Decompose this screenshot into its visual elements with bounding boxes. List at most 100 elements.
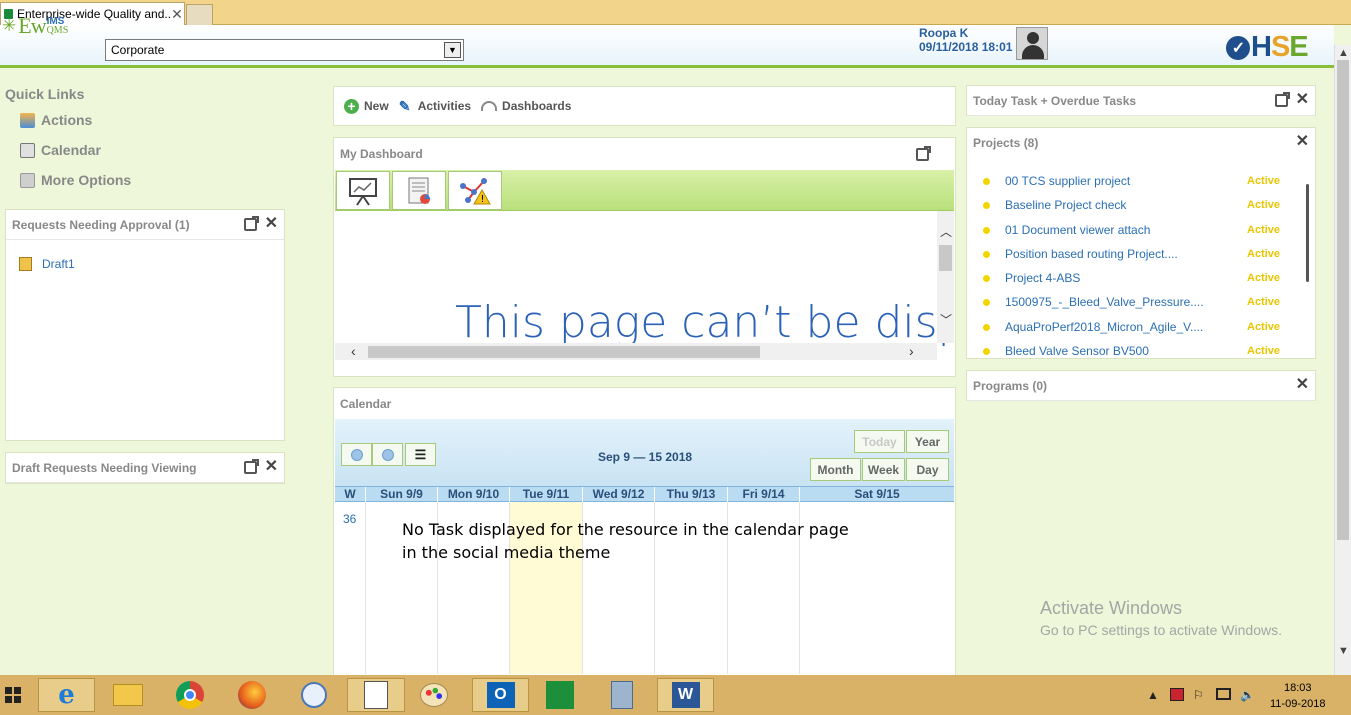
project-link[interactable]: 00 TCS supplier project [1005,174,1130,188]
tab-report[interactable] [392,171,446,210]
taskbar-store[interactable] [535,678,585,712]
year-button[interactable]: Year [906,430,949,453]
new-tab-button[interactable] [186,4,213,25]
chevron-down-icon[interactable]: ▼ [444,42,461,58]
popout-icon[interactable] [916,146,931,161]
scroll-up-icon[interactable]: ▲ [1338,47,1349,59]
iframe-vertical-scrollbar[interactable]: ︿ ﹀ [937,211,954,343]
week-button[interactable]: Week [862,458,905,481]
col-fri[interactable]: Fri 9/14 [728,487,800,502]
col-mon[interactable]: Mon 9/10 [438,487,510,502]
project-link[interactable]: 1500975_-_Bleed_Valve_Pressure.... [1005,295,1204,309]
next-week-button[interactable] [372,443,403,466]
new-button[interactable]: + New [344,98,389,114]
watermark-title: Activate Windows [1040,598,1183,618]
taskbar-safari[interactable] [289,678,339,712]
svg-text:!: ! [481,194,485,205]
project-item[interactable]: Bleed Valve Sensor BV500 Active [967,339,1315,358]
ewqms-logo[interactable]: ✳ Ew IMS QMS [2,12,92,40]
panel-tools: ✕ [1296,134,1309,150]
taskbar-paint[interactable] [409,678,459,712]
prev-week-button[interactable] [341,443,372,466]
report-pie-icon [408,177,430,204]
iframe-horizontal-scrollbar[interactable]: ‹ › [335,343,937,360]
popout-icon[interactable] [1274,91,1290,107]
panel-tools: ✕ [243,215,278,232]
chevron-down-icon[interactable]: ﹀ [940,311,952,328]
col-thu[interactable]: Thu 9/13 [655,487,728,502]
quick-link-label: Actions [41,112,93,128]
action-center-icon[interactable]: ⚐ [1193,688,1204,702]
popout-icon[interactable] [243,458,259,474]
scroll-down-icon[interactable]: ▼ [1338,645,1349,657]
request-item-link[interactable]: Draft1 [42,257,75,271]
quick-link-calendar[interactable]: Calendar [20,142,101,158]
month-button[interactable]: Month [810,458,861,481]
project-item[interactable]: 01 Document viewer attach Active [967,218,1315,242]
project-item[interactable]: 1500975_-_Bleed_Valve_Pressure.... Active [967,290,1315,314]
col-sat[interactable]: Sat 9/15 [800,487,954,502]
project-item[interactable]: Project 4-ABS Active [967,266,1315,290]
chevron-up-icon[interactable]: ︿ [940,223,952,240]
col-sun[interactable]: Sun 9/9 [366,487,438,502]
taskbar-file-explorer[interactable] [103,678,153,712]
volume-icon[interactable]: 🔈 [1240,688,1255,702]
project-link[interactable]: Position based routing Project.... [1005,247,1178,261]
dashboards-button[interactable]: Dashboards [481,99,571,113]
project-link[interactable]: Bleed Valve Sensor BV500 [1005,344,1149,358]
project-link[interactable]: Baseline Project check [1005,198,1126,212]
popout-icon[interactable] [243,215,259,231]
monitor-icon[interactable] [1216,688,1231,700]
chevron-left-icon[interactable]: ‹ [351,343,356,359]
quick-link-actions[interactable]: Actions [20,112,92,128]
quick-link-more-options[interactable]: More Options [20,172,131,188]
chevron-right-icon[interactable]: › [909,343,914,359]
close-icon[interactable]: ✕ [265,459,278,475]
close-icon[interactable]: ✕ [265,216,278,232]
flag-icon[interactable] [1170,688,1184,701]
tab-presentation[interactable] [336,171,390,210]
project-item[interactable]: Position based routing Project.... Active [967,242,1315,266]
taskbar-firefox[interactable] [227,678,277,712]
internet-explorer-icon: e [58,680,75,710]
page-scrollbar[interactable]: ▲ ▼ [1334,45,1351,675]
taskbar-outlook[interactable]: O [472,678,529,712]
col-wed[interactable]: Wed 9/12 [583,487,655,502]
bullet-icon [983,250,990,258]
iframe-hscroll-thumb[interactable] [368,346,760,358]
taskbar-clock[interactable]: 18:03 11-09-2018 [1270,680,1325,712]
project-link[interactable]: AquaProPerf2018_Micron_Agile_V.... [1005,320,1203,334]
taskbar-chrome[interactable] [165,678,215,712]
close-icon[interactable]: ✕ [1296,377,1309,393]
today-button[interactable]: Today [854,430,905,453]
day-button[interactable]: Day [906,458,949,481]
tab-network-alert[interactable]: ! [448,171,502,210]
close-icon[interactable]: ✕ [1296,134,1309,150]
start-button[interactable] [0,678,26,712]
tray-expand-icon[interactable]: ▲ [1147,688,1159,702]
page-scrollbar-thumb[interactable] [1337,60,1349,540]
organization-select[interactable]: Corporate ▼ [105,39,464,61]
project-item[interactable]: AquaProPerf2018_Micron_Agile_V.... Active [967,315,1315,339]
activities-button[interactable]: ✎ Activities [399,99,471,113]
project-link[interactable]: 01 Document viewer attach [1005,223,1150,237]
close-tab-icon[interactable]: ✕ [170,6,184,23]
taskbar-notepad[interactable] [347,678,405,712]
taskbar-calculator[interactable] [597,678,647,712]
project-link[interactable]: Project 4-ABS [1005,271,1080,285]
list-view-button[interactable]: ☰ [405,443,436,466]
requests-approval-header: Requests Needing Approval (1) ✕ [6,210,284,240]
col-tue[interactable]: Tue 9/11 [510,487,583,502]
project-item[interactable]: Baseline Project check Active [967,193,1315,217]
taskbar-ie[interactable]: e [38,678,95,712]
taskbar-word[interactable]: W [657,678,714,712]
close-icon[interactable]: ✕ [1296,92,1309,108]
iframe-vscroll-thumb[interactable] [939,245,952,271]
compass-icon [301,682,327,708]
project-item[interactable]: 00 TCS supplier project Active [967,169,1315,193]
projects-scrollbar[interactable] [1306,184,1309,282]
organization-select-value: Corporate [111,43,165,57]
user-name: Roopa K [919,26,969,40]
request-item[interactable]: Draft1 [19,257,75,271]
avatar[interactable] [1016,27,1048,60]
